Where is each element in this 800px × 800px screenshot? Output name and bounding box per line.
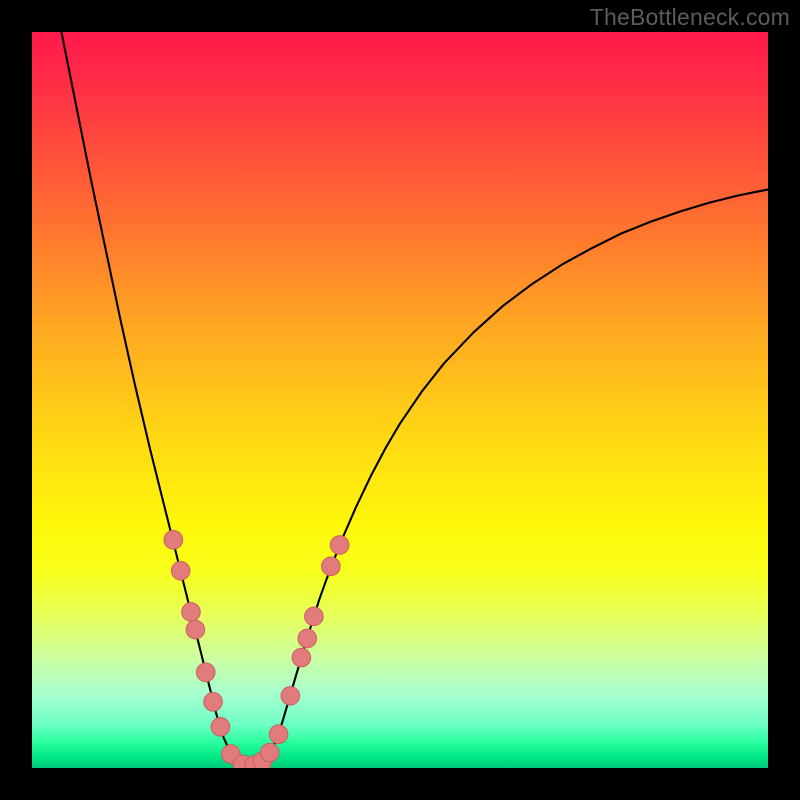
watermark-text: TheBottleneck.com [590,4,790,31]
data-marker [204,692,223,711]
data-marker [182,603,201,622]
plot-area [32,32,768,768]
data-marker [305,607,324,626]
data-marker [330,536,349,555]
data-marker [322,557,341,576]
data-marker [292,648,311,667]
data-marker [196,663,215,682]
data-marker [186,620,205,639]
data-marker [260,743,279,762]
data-marker [171,561,190,580]
data-marker [298,629,317,648]
gradient-background [32,32,768,768]
data-marker [164,531,183,550]
data-marker [211,717,230,736]
data-marker [281,687,300,706]
chart-svg [32,32,768,768]
data-marker [269,725,288,744]
chart-frame: TheBottleneck.com [0,0,800,800]
